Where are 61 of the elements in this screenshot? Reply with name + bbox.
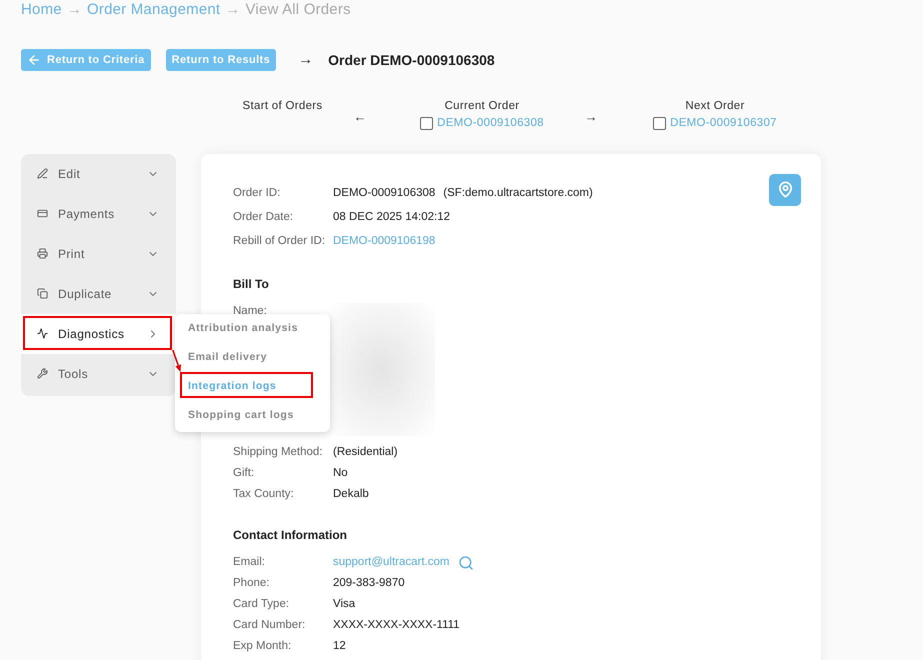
field-label: Phone: [233,576,270,591]
copy-icon [37,288,48,299]
field-label: Order Date: [233,210,294,226]
nav-heading: Next Order [685,98,745,114]
section-heading: Bill To [233,276,270,293]
field-value: 08 DEC 2025 14:02:12 [333,210,450,226]
breadcrumb-current: View All Orders [245,0,351,20]
pulse-icon [37,328,48,339]
store-note: (SF:demo.ultracartstore.com) [443,186,593,202]
field-value: (Residential) [333,444,398,460]
checkbox[interactable] [420,117,434,130]
order-link[interactable]: DEMO-0009106198 [333,233,436,251]
field-value: DEMO-0009106308 [333,186,436,202]
field-value: 12 [333,638,346,654]
pencil-icon [37,168,48,179]
breadcrumb-link[interactable]: Order Management [87,0,220,22]
section-heading: Contact Information [233,527,348,544]
field-label: Order ID: [233,186,282,202]
field-label: Gift: [233,466,256,481]
field-value: Dekalb [333,486,369,502]
card-icon [37,208,48,219]
field-label: Card Number: [233,618,306,633]
wrench-icon [37,368,48,379]
map-pin-icon [776,181,794,198]
submenu-item[interactable]: Email delivery [184,343,330,372]
email-link[interactable]: support@ultracart.com [333,554,450,572]
field-value: 209-383-9870 [333,576,405,591]
field-label: Exp Month: [233,638,292,654]
field-value: Visa [333,596,356,612]
printer-icon [37,248,48,259]
field-value: XXXX-XXXX-XXXX-1111 [333,618,460,633]
nav-heading: Current Order [444,98,520,114]
sidebar-item[interactable]: Edit [21,154,176,194]
field-label: Email: [233,554,266,570]
order-link[interactable]: DEMO-0009106308 [437,114,544,132]
submenu-item[interactable]: Integration logs [184,372,330,401]
arrow-left-icon [27,53,41,68]
field-value: No [333,466,348,481]
nav-arrow: → [584,108,598,124]
return-button[interactable]: Return to Criteria [21,49,151,72]
submenu-item[interactable]: Shopping cart logs [184,401,330,430]
field-label: Shipping Method: [233,444,324,460]
sidebar-item[interactable]: Duplicate [21,274,176,314]
nav-heading: Start of Orders [242,98,322,114]
checkbox[interactable] [653,117,666,130]
breadcrumb-link[interactable]: Home [21,0,62,22]
return-button[interactable]: Return to Results [166,49,276,72]
nav-arrow: ← [354,108,366,124]
field-label: Rebill of Order ID: [233,234,326,250]
order-link[interactable]: DEMO-0009106307 [670,114,777,132]
breadcrumb-arrow: → [225,0,240,20]
field-label: Card Type: [233,596,290,612]
order-title: Order DEMO-0009106308 [328,50,495,70]
sidebar-item[interactable]: Payments [21,194,176,234]
sidebar-item[interactable]: Print [21,234,176,274]
breadcrumb-arrow: → [66,0,82,20]
sidebar-item[interactable]: Diagnostics [21,314,176,354]
field-label: Tax County: [233,486,295,502]
sidebar-item[interactable]: Tools [21,354,176,394]
annotation-arrow [172,350,182,372]
title-arrow: → [298,50,314,70]
